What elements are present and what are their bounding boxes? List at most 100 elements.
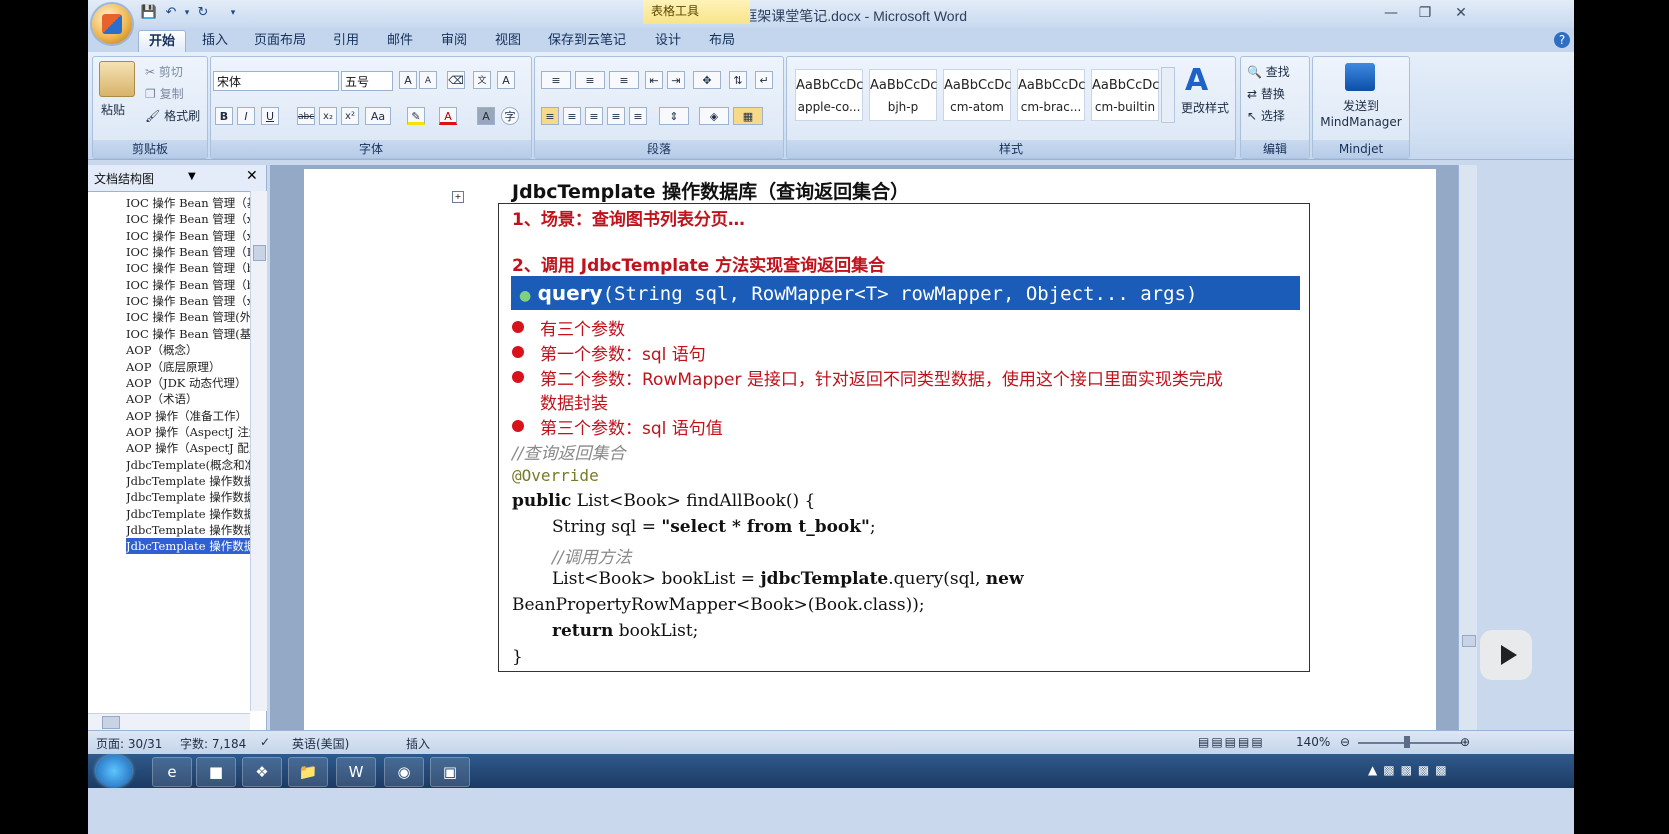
chinese-layout-icon[interactable]: ✥ — [693, 71, 721, 89]
tab-view[interactable]: 视图 — [490, 30, 526, 52]
justify-icon[interactable]: ≡ — [607, 107, 625, 125]
document-map-item[interactable]: AOP 操作（AspectJ 注解 — [126, 424, 250, 440]
char-shading-icon[interactable]: A — [477, 107, 495, 125]
word-count[interactable]: 字数: 7,184 — [180, 735, 246, 752]
superscript-icon[interactable]: x² — [341, 107, 359, 125]
document-map-item[interactable]: IOC 操作 Bean 管理(基于 — [126, 326, 250, 342]
document-map-item[interactable]: IOC 操作 Bean 管理（xml — [126, 293, 250, 309]
phonetic-guide-icon[interactable]: 文 — [473, 71, 491, 89]
align-left-icon[interactable]: ≡ — [541, 107, 559, 125]
ie-icon[interactable]: e — [152, 757, 192, 787]
multilevel-list-icon[interactable]: ≡ — [609, 71, 639, 89]
bold-icon[interactable]: B — [215, 107, 233, 125]
minimize-button[interactable]: — — [1376, 2, 1406, 24]
style-cm-atom[interactable]: AaBbCcDc cm-atom — [943, 69, 1011, 121]
word-icon[interactable]: W — [336, 757, 376, 787]
start-button-icon[interactable] — [96, 755, 132, 787]
folder-icon[interactable]: 📁 — [288, 757, 328, 787]
document-map-item[interactable]: JdbcTemplate(概念和准 — [126, 457, 250, 473]
clear-format-icon[interactable]: ⌫ — [447, 71, 465, 89]
document-map-item[interactable]: IOC 操作 Bean 管理（xml — [126, 228, 250, 244]
document-map-item[interactable]: JdbcTemplate 操作数据 — [126, 473, 250, 489]
tab-references[interactable]: 引用 — [328, 30, 364, 52]
document-map-hscroll[interactable] — [88, 713, 250, 730]
document-map-item[interactable]: AOP 操作（AspectJ 配置 — [126, 440, 250, 456]
style-apple-co[interactable]: AaBbCcDc apple-co... — [795, 69, 863, 121]
tab-home[interactable]: 开始 — [138, 30, 186, 53]
italic-icon[interactable]: I — [237, 107, 255, 125]
screen-app-icon[interactable]: ▣ — [430, 757, 470, 787]
intellij-icon[interactable]: ■ — [196, 757, 236, 787]
shading-icon[interactable]: ◈ — [699, 107, 729, 125]
style-bjh-p[interactable]: AaBbCcDc bjh-p — [869, 69, 937, 121]
align-right-icon[interactable]: ≡ — [585, 107, 603, 125]
office-button[interactable] — [92, 4, 132, 44]
tab-design[interactable]: 设计 — [650, 30, 686, 52]
char-border-icon[interactable]: A — [497, 71, 515, 89]
zoom-level[interactable]: 140% — [1296, 735, 1330, 749]
format-painter-button[interactable]: 🖌 格式刷 — [145, 107, 200, 124]
document-map-item[interactable]: IOC 操作 Bean 管理（be — [126, 277, 250, 293]
numbering-icon[interactable]: ≡ — [575, 71, 605, 89]
underline-icon[interactable]: U — [261, 107, 279, 125]
document-map-item[interactable]: IOC 操作 Bean 管理（Fa — [126, 244, 250, 260]
document-map-item[interactable]: AOP（JDK 动态代理） — [126, 375, 250, 391]
app-icon[interactable]: ❖ — [242, 757, 282, 787]
tab-page-layout[interactable]: 页面布局 — [250, 30, 310, 52]
align-center-icon[interactable]: ≡ — [563, 107, 581, 125]
view-buttons-icon[interactable]: ▤▤▤▤▤ — [1198, 735, 1265, 749]
restore-button[interactable]: ❐ — [1410, 2, 1440, 24]
zoom-out-icon[interactable]: ⊖ — [1340, 735, 1350, 749]
tab-insert[interactable]: 插入 — [196, 30, 234, 52]
font-size-combo[interactable]: 五号 — [341, 71, 393, 91]
tab-layout[interactable]: 布局 — [704, 30, 740, 52]
style-cm-bracket[interactable]: AaBbCcDc cm-brac... — [1017, 69, 1085, 121]
sort-icon[interactable]: ⇅ — [729, 71, 747, 89]
close-button[interactable]: ✕ — [1446, 2, 1476, 24]
document-map-item[interactable]: IOC 操作 Bean 管理(外部 — [126, 309, 250, 325]
show-marks-icon[interactable]: ↵ — [755, 71, 773, 89]
document-map-item[interactable]: AOP（术语） — [126, 391, 250, 407]
copy-button[interactable]: ❐ 复制 — [145, 85, 184, 102]
document-map-item[interactable]: IOC 操作 Bean 管理（基于 — [126, 195, 250, 211]
document-map-item[interactable]: JdbcTemplate 操作数据 — [126, 538, 250, 555]
document-map-item[interactable]: JdbcTemplate 操作数据 — [126, 506, 250, 522]
font-color-icon[interactable]: A — [439, 107, 457, 125]
document-map-item[interactable]: IOC 操作 Bean 管理（be — [126, 260, 250, 276]
paste-button[interactable]: 粘贴 — [101, 101, 125, 118]
tray-icons[interactable]: ▲▩▩▩▩ — [1368, 763, 1453, 777]
document-map-item[interactable]: IOC 操作 Bean 管理（xml — [126, 211, 250, 227]
find-button[interactable]: 🔍 查找 — [1247, 63, 1290, 80]
vertical-scrollbar[interactable] — [1458, 165, 1477, 730]
cut-button[interactable]: ✂ 剪切 — [145, 63, 183, 80]
help-icon[interactable]: ? — [1554, 32, 1570, 48]
select-button[interactable]: ↖ 选择 — [1247, 107, 1285, 124]
zoom-in-icon[interactable]: ⊕ — [1460, 735, 1470, 749]
bullets-icon[interactable]: ≡ — [541, 71, 571, 89]
enclose-char-icon[interactable]: 字 — [501, 107, 519, 125]
insert-mode[interactable]: 插入 — [406, 735, 430, 752]
table-move-handle-icon[interactable]: + — [452, 191, 464, 203]
zoom-slider-thumb[interactable] — [1404, 736, 1410, 748]
document-map-item[interactable]: AOP（概念） — [126, 342, 250, 358]
strikethrough-icon[interactable]: abc — [297, 107, 315, 125]
subscript-icon[interactable]: x₂ — [319, 107, 337, 125]
document-map-close-icon[interactable]: ✕ — [246, 168, 258, 184]
change-styles-button[interactable]: 更改样式 — [1181, 99, 1229, 116]
spelling-icon[interactable]: ✓ — [260, 735, 270, 749]
mindmanager-label[interactable]: MindManager — [1313, 115, 1409, 129]
zoom-slider[interactable] — [1358, 742, 1462, 744]
scroll-thumb[interactable] — [102, 716, 120, 729]
language-status[interactable]: 英语(美国) — [292, 735, 349, 752]
document-page[interactable]: + JdbcTemplate 操作数据库（查询返回集合） 1、场景：查询图书列表… — [304, 169, 1436, 730]
distribute-icon[interactable]: ≡ — [629, 107, 647, 125]
change-case-icon[interactable]: Aa — [365, 107, 391, 125]
highlight-icon[interactable]: ✎ — [407, 107, 425, 125]
tab-review[interactable]: 审阅 — [436, 30, 472, 52]
document-map-dropdown-icon[interactable]: ▼ — [188, 171, 196, 182]
paste-icon[interactable] — [99, 61, 135, 97]
scroll-thumb[interactable] — [1462, 635, 1476, 647]
tab-mailings[interactable]: 邮件 — [382, 30, 418, 52]
document-map-vscroll[interactable] — [250, 191, 267, 711]
scroll-thumb[interactable] — [253, 245, 266, 261]
